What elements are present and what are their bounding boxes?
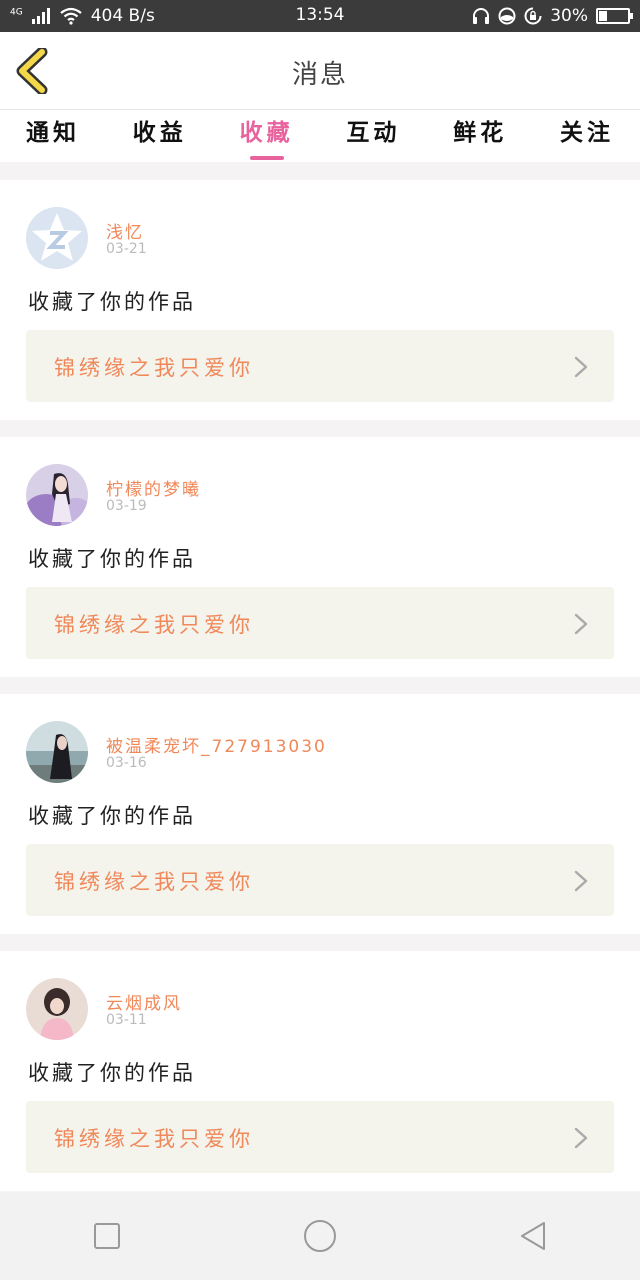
- username[interactable]: 云烟成风: [106, 989, 182, 1014]
- pink-girl-avatar-icon: [26, 978, 88, 1040]
- username[interactable]: 被温柔宠坏_727913030: [106, 732, 327, 757]
- list-item: 云烟成风 03-11 收藏了你的作品 锦绣缘之我只爱你: [0, 951, 640, 1191]
- username[interactable]: 柠檬的梦曦: [106, 475, 201, 500]
- tab-interactions[interactable]: 互动: [346, 110, 400, 162]
- status-left: 4G 404 B/s: [10, 6, 155, 26]
- date: 03-11: [106, 1012, 147, 1028]
- chevron-right-icon: [574, 870, 588, 892]
- qq-default-avatar-icon: [26, 207, 88, 269]
- back-nav-button[interactable]: [508, 1211, 558, 1261]
- avatar[interactable]: [26, 207, 88, 269]
- tab-bar: 通知 收益 收藏 互动 鲜花 关注: [0, 110, 640, 162]
- date: 03-16: [106, 755, 147, 771]
- chevron-right-icon: [574, 356, 588, 378]
- seaside-girl-avatar-icon: [26, 721, 88, 783]
- list-item: 被温柔宠坏_727913030 03-16 收藏了你的作品 锦绣缘之我只爱你: [0, 694, 640, 934]
- work-title: 锦绣缘之我只爱你: [54, 356, 254, 380]
- square-icon: [93, 1223, 120, 1249]
- data-saver-icon: [498, 7, 516, 25]
- work-title: 锦绣缘之我只爱你: [54, 613, 254, 637]
- rotation-lock-icon: [524, 7, 542, 25]
- signal-icon: [31, 8, 50, 24]
- avatar[interactable]: [26, 721, 88, 783]
- username[interactable]: 浅忆: [106, 218, 144, 243]
- list-item: 柠檬的梦曦 03-19 收藏了你的作品 锦绣缘之我只爱你: [0, 437, 640, 677]
- message-list: 浅忆 03-21 收藏了你的作品 锦绣缘之我只爱你 柠檬的梦曦 03-19 收藏…: [0, 180, 640, 1208]
- battery-level: [599, 11, 607, 21]
- chevron-right-icon: [574, 613, 588, 635]
- network-speed: 404 B/s: [90, 6, 155, 26]
- action-text: 收藏了你的作品: [28, 804, 196, 828]
- chevron-right-icon: [574, 1127, 588, 1149]
- clock: 13:54: [295, 5, 345, 25]
- system-nav-bar: [0, 1192, 640, 1280]
- recent-apps-button[interactable]: [82, 1211, 132, 1261]
- action-text: 收藏了你的作品: [28, 290, 196, 314]
- triangle-back-icon: [521, 1222, 546, 1250]
- network-indicator: 4G: [10, 7, 23, 18]
- tab-notifications[interactable]: 通知: [26, 110, 80, 162]
- header: 消息: [0, 32, 640, 110]
- status-right: 30%: [472, 6, 633, 26]
- headphones-icon: [473, 8, 490, 24]
- work-link[interactable]: 锦绣缘之我只爱你: [26, 1101, 614, 1173]
- battery-percent: 30%: [550, 6, 588, 26]
- avatar[interactable]: [26, 464, 88, 526]
- battery-icon: [596, 8, 633, 24]
- work-link[interactable]: 锦绣缘之我只爱你: [26, 844, 614, 916]
- action-text: 收藏了你的作品: [28, 1061, 196, 1085]
- avatar[interactable]: [26, 978, 88, 1040]
- date: 03-19: [106, 498, 147, 514]
- tab-favorites[interactable]: 收藏: [240, 110, 294, 162]
- work-link[interactable]: 锦绣缘之我只爱你: [26, 330, 614, 402]
- status-bar: 4G 404 B/s 13:54 30%: [0, 0, 640, 32]
- tab-follows[interactable]: 关注: [560, 110, 614, 162]
- list-item: 浅忆 03-21 收藏了你的作品 锦绣缘之我只爱你: [0, 180, 640, 420]
- work-title: 锦绣缘之我只爱你: [54, 1127, 254, 1151]
- date: 03-21: [106, 241, 147, 257]
- work-title: 锦绣缘之我只爱你: [54, 870, 254, 894]
- wifi-icon: [60, 7, 82, 25]
- page-title: 消息: [291, 60, 348, 90]
- anime-girl-avatar-icon: [26, 464, 88, 526]
- tab-flowers[interactable]: 鲜花: [453, 110, 507, 162]
- action-text: 收藏了你的作品: [28, 547, 196, 571]
- work-link[interactable]: 锦绣缘之我只爱你: [26, 587, 614, 659]
- home-button[interactable]: [295, 1211, 345, 1261]
- tab-earnings[interactable]: 收益: [133, 110, 187, 162]
- circle-icon: [303, 1220, 336, 1252]
